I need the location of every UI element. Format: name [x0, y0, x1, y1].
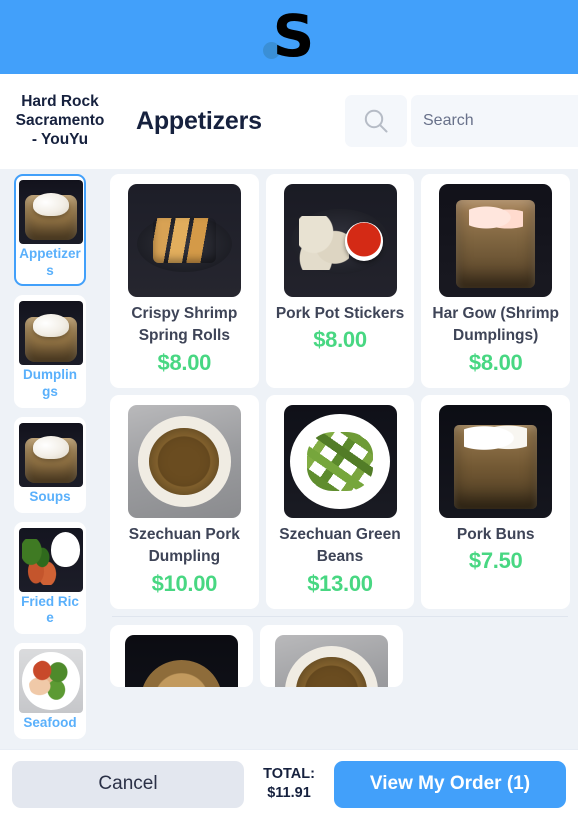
logo-letter: S: [272, 2, 315, 70]
menu-item-image: [439, 184, 553, 297]
menu-item-price: $7.50: [468, 548, 523, 574]
menu-item-grid: Crispy Shrimp Spring Rolls $8.00 Pork Pot …: [104, 169, 578, 749]
menu-row-partial: [110, 624, 570, 687]
search-bar: [345, 95, 578, 147]
food-image: [19, 180, 83, 244]
sidebar-item-dumplings[interactable]: Dumplings: [14, 295, 86, 408]
food-image: [19, 527, 83, 592]
sidebar-item-label: Seafood: [23, 715, 77, 731]
menu-item-image: [127, 404, 241, 518]
order-total: TOTAL: $11.91: [254, 765, 324, 803]
category-thumbnail: [19, 301, 83, 366]
food-image: [19, 301, 83, 366]
menu-item-price: $10.00: [151, 570, 218, 596]
restaurant-name: Hard Rock Sacramento - YouYu: [15, 93, 105, 148]
food-image: [283, 404, 397, 518]
food-image: [19, 422, 83, 487]
sidebar-item-label: Appetizers: [19, 246, 81, 278]
food-detail: [161, 441, 207, 480]
sidebar-item-fried-rice[interactable]: Fried Rice: [14, 521, 86, 635]
menu-item-price: $13.00: [307, 570, 373, 596]
food-image: [439, 184, 553, 297]
menu-item-image: [275, 634, 388, 687]
menu-item-price: $8.00: [468, 349, 523, 375]
category-thumbnail: [19, 422, 83, 487]
sidebar-item-appetizers[interactable]: Appetizers: [14, 174, 86, 287]
sidebar-item-soups[interactable]: Soups: [14, 416, 86, 513]
menu-item-name: Szechuan Green Beans: [279, 525, 401, 566]
row-divider: [112, 615, 568, 617]
menu-item-name: Pork Buns: [456, 525, 535, 543]
search-input[interactable]: [411, 95, 578, 147]
menu-item-card[interactable]: [260, 624, 403, 687]
cancel-button[interactable]: Cancel: [12, 760, 244, 808]
menu-item-name: Pork Pot Stickers: [275, 305, 405, 322]
food-detail: [299, 215, 350, 270]
category-thumbnail: [19, 527, 83, 592]
menu-row: Crispy Shrimp Spring Rolls $8.00 Pork Pot …: [110, 174, 571, 388]
menu-item-card[interactable]: Pork Buns $7.50: [421, 394, 571, 609]
food-image: [275, 634, 388, 687]
menu-item-card[interactable]: Har Gow (Shrimp Dumplings) $8.00: [421, 174, 571, 388]
view-my-order-button[interactable]: View My Order (1): [334, 760, 566, 808]
page-title: Appetizers: [136, 107, 262, 135]
menu-item-name: Har Gow (Shrimp Dumplings): [432, 305, 559, 345]
food-image: [127, 404, 241, 518]
food-image: [127, 184, 241, 297]
menu-item-name: Crispy Shrimp Spring Rolls: [131, 305, 238, 345]
sidebar-item-seafood[interactable]: Seafood: [14, 643, 86, 739]
brand-banner: S: [0, 0, 578, 74]
header-bar: Hard Rock Sacramento - YouYu Appetizers: [0, 74, 578, 169]
menu-item-image: [283, 404, 397, 518]
menu-item-card[interactable]: Szechuan Pork Dumpling $10.00: [110, 394, 259, 609]
sidebar-item-label: Fried Rice: [21, 593, 79, 626]
food-image: [19, 649, 83, 714]
search-icon[interactable]: [345, 95, 407, 147]
menu-item-image: [127, 184, 241, 297]
food-image: [439, 404, 553, 518]
menu-row: Szechuan Pork Dumpling $10.00 Szechuan Gre…: [110, 394, 571, 609]
sidebar-item-label: Dumplings: [23, 367, 77, 400]
menu-item-name: Szechuan Pork Dumpling: [128, 525, 240, 566]
category-thumbnail: [19, 649, 83, 714]
menu-item-image: [439, 404, 553, 518]
order-action-bar: Cancel TOTAL: $11.91 View My Order (1): [0, 749, 578, 818]
menu-item-price: $8.00: [313, 327, 367, 353]
food-image: [283, 184, 397, 297]
category-sidebar[interactable]: Appetizers Dumplings Soups Fried Rice Seafoo…: [0, 169, 104, 749]
sidebar-item-label: Soups: [29, 488, 71, 504]
total-amount: $11.91: [267, 785, 311, 801]
category-thumbnail: [19, 180, 83, 244]
app-logo: S: [256, 6, 322, 68]
kiosk-app: S Hard Rock Sacramento - YouYu Appetizer…: [0, 0, 578, 818]
menu-item-price: $8.00: [157, 349, 212, 375]
menu-item-card[interactable]: Szechuan Green Beans $13.00: [265, 394, 415, 609]
menu-item-image: [125, 634, 238, 687]
menu-item-image: [283, 184, 397, 297]
menu-item-card[interactable]: Pork Pot Stickers $8.00: [265, 174, 415, 388]
menu-item-card[interactable]: Crispy Shrimp Spring Rolls $8.00: [110, 174, 259, 388]
total-label: TOTAL:: [263, 766, 315, 783]
menu-item-card[interactable]: [110, 624, 253, 687]
food-image: [125, 634, 238, 687]
main-content: Appetizers Dumplings Soups Fried Rice Seafoo…: [0, 169, 578, 749]
